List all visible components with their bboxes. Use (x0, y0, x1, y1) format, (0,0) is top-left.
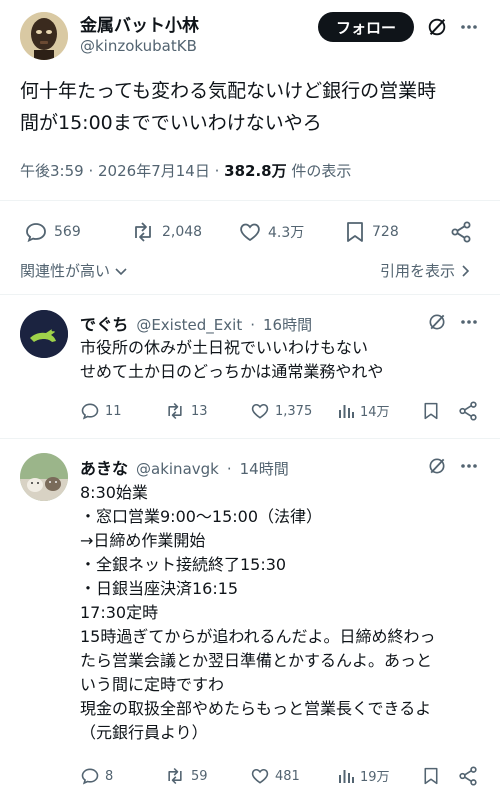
tweet-text-line: 何十年たっても変わる気配ないけど銀行の営業時 (20, 80, 437, 102)
views-button[interactable]: 19万 (337, 766, 390, 785)
views-icon (339, 404, 354, 418)
tweet-text-line: 間が15:00まででいいわけないやろ (20, 112, 322, 134)
more-icon[interactable] (456, 14, 482, 40)
views-icon (339, 769, 354, 783)
like-icon (240, 223, 260, 242)
divider (0, 294, 500, 295)
share-icon[interactable] (448, 220, 474, 244)
views-count: 14万 (360, 405, 390, 420)
reply-count: 569 (54, 224, 81, 240)
reply-count: 11 (105, 403, 122, 419)
reply-header: でぐち @Existed_Exit · 16時間 (80, 311, 312, 335)
reply-icon (81, 403, 99, 420)
reply-text-line: 15時過ぎてからが追われるんだよ。日締め終わっ (80, 627, 436, 646)
like-count: 481 (275, 768, 300, 784)
retweet-icon (168, 767, 182, 785)
retweet-button[interactable]: 2,048 (130, 220, 202, 244)
tweet-meta: 午後3:59 · 2026年7月14日 · 382.8万 件の表示 (20, 162, 352, 180)
chevron-down-icon (115, 267, 127, 275)
views-button[interactable]: 14万 (337, 401, 390, 420)
follow-button[interactable]: フォロー (318, 12, 414, 42)
tweet-text: 何十年たっても変わる気配ないけど銀行の営業時 間が15:00まででいいわけないや… (20, 75, 482, 139)
reply-button[interactable]: 569 (24, 220, 81, 244)
reply-author-name[interactable]: でぐち (80, 311, 128, 335)
reply-button[interactable]: 8 (80, 766, 113, 786)
like-count: 4.3万 (268, 225, 305, 241)
views-count: 382.8万 (224, 162, 287, 180)
reply-text-line: たら営業会議とか翌日準備とかするんよ。あっと (80, 651, 433, 670)
reply-time[interactable]: 14時間 (240, 458, 289, 479)
reply-text-line: →日締め作業開始 (80, 531, 206, 550)
grok-icon[interactable] (424, 310, 450, 334)
like-button[interactable]: 481 (250, 766, 300, 786)
retweet-button[interactable]: 59 (164, 766, 208, 786)
reply-text-line: いう間に定時ですわ (80, 675, 225, 694)
like-icon (251, 403, 269, 419)
relevance-label: 関連性が高い (20, 262, 111, 280)
divider (0, 438, 500, 439)
tweet-date[interactable]: 2026年7月14日 (98, 162, 210, 180)
retweet-count: 13 (191, 403, 208, 419)
reply-text-line: 17:30定時 (80, 603, 159, 622)
retweet-count: 59 (191, 768, 208, 784)
share-icon[interactable] (456, 400, 480, 422)
reply-button[interactable]: 11 (80, 401, 122, 421)
bookmark-icon[interactable] (420, 765, 442, 787)
author-name[interactable]: 金属バット小林 (80, 11, 199, 36)
grok-icon[interactable] (424, 14, 450, 40)
like-icon (251, 768, 269, 784)
reply-author-handle[interactable]: @akinavgk (136, 460, 219, 478)
reply-text: 市役所の休みが土日祝でいいわけもない せめて土か日のどっちかは通常業務やれや (80, 336, 485, 384)
chevron-right-icon (462, 264, 470, 277)
reply-author-handle[interactable]: @Existed_Exit (136, 316, 242, 334)
retweet-count: 2,048 (162, 224, 203, 240)
reply-text-line: （元銀行員より） (80, 723, 208, 742)
reply-text-line: ・全銀ネット接続終了15:30 (80, 555, 287, 574)
reply-text-line: ・日銀当座決済16:15 (80, 579, 239, 598)
reply-text-line: 8:30始業 (80, 483, 148, 502)
reply-text-line: せめて土か日のどっちかは通常業務やれや (80, 362, 384, 381)
more-icon[interactable] (456, 454, 482, 478)
reply-author-name[interactable]: あきな (80, 455, 128, 479)
views-count: 19万 (360, 770, 390, 785)
reply-icon (26, 223, 46, 243)
retweet-button[interactable]: 13 (164, 401, 208, 421)
retweet-icon (135, 222, 151, 242)
reply-avatar[interactable] (20, 453, 68, 501)
reply-text-line: 現金の取扱全部やめたらもっと営業長くできるよ (80, 699, 432, 718)
quote-label: 引用を表示 (380, 262, 456, 280)
author-avatar[interactable] (20, 12, 68, 60)
views-label: 件の表示 (291, 162, 352, 180)
reply-time[interactable]: 16時間 (263, 314, 312, 335)
reply-text: 8:30始業 ・窓口営業9:00〜15:00（法律） →日締め作業開始 ・全銀ネ… (80, 481, 485, 745)
bookmark-icon[interactable] (420, 400, 442, 422)
reply-text-line: ・窓口営業9:00〜15:00（法律） (80, 507, 323, 526)
reply-header: あきな @akinavgk · 14時間 (80, 455, 289, 479)
like-button[interactable]: 1,375 (250, 401, 312, 421)
like-button[interactable]: 4.3万 (238, 220, 304, 244)
more-icon[interactable] (456, 310, 482, 334)
bookmark-button[interactable]: 728 (344, 220, 399, 244)
view-quotes-link[interactable]: 引用を表示 (380, 260, 471, 281)
grok-icon[interactable] (424, 454, 450, 478)
bookmark-count: 728 (372, 224, 399, 240)
divider (0, 200, 500, 201)
tweet-time[interactable]: 午後3:59 (20, 162, 84, 180)
author-handle[interactable]: @kinzokubatKB (80, 37, 197, 55)
reply-avatar[interactable] (20, 310, 68, 358)
like-count: 1,375 (275, 403, 313, 419)
bookmark-icon (347, 222, 363, 242)
relevance-sort[interactable]: 関連性が高い (20, 260, 128, 281)
retweet-icon (168, 402, 182, 420)
reply-count: 8 (105, 768, 114, 784)
reply-icon (81, 768, 99, 785)
share-icon[interactable] (456, 765, 480, 787)
reply-text-line: 市役所の休みが土日祝でいいわけもない (80, 338, 369, 357)
